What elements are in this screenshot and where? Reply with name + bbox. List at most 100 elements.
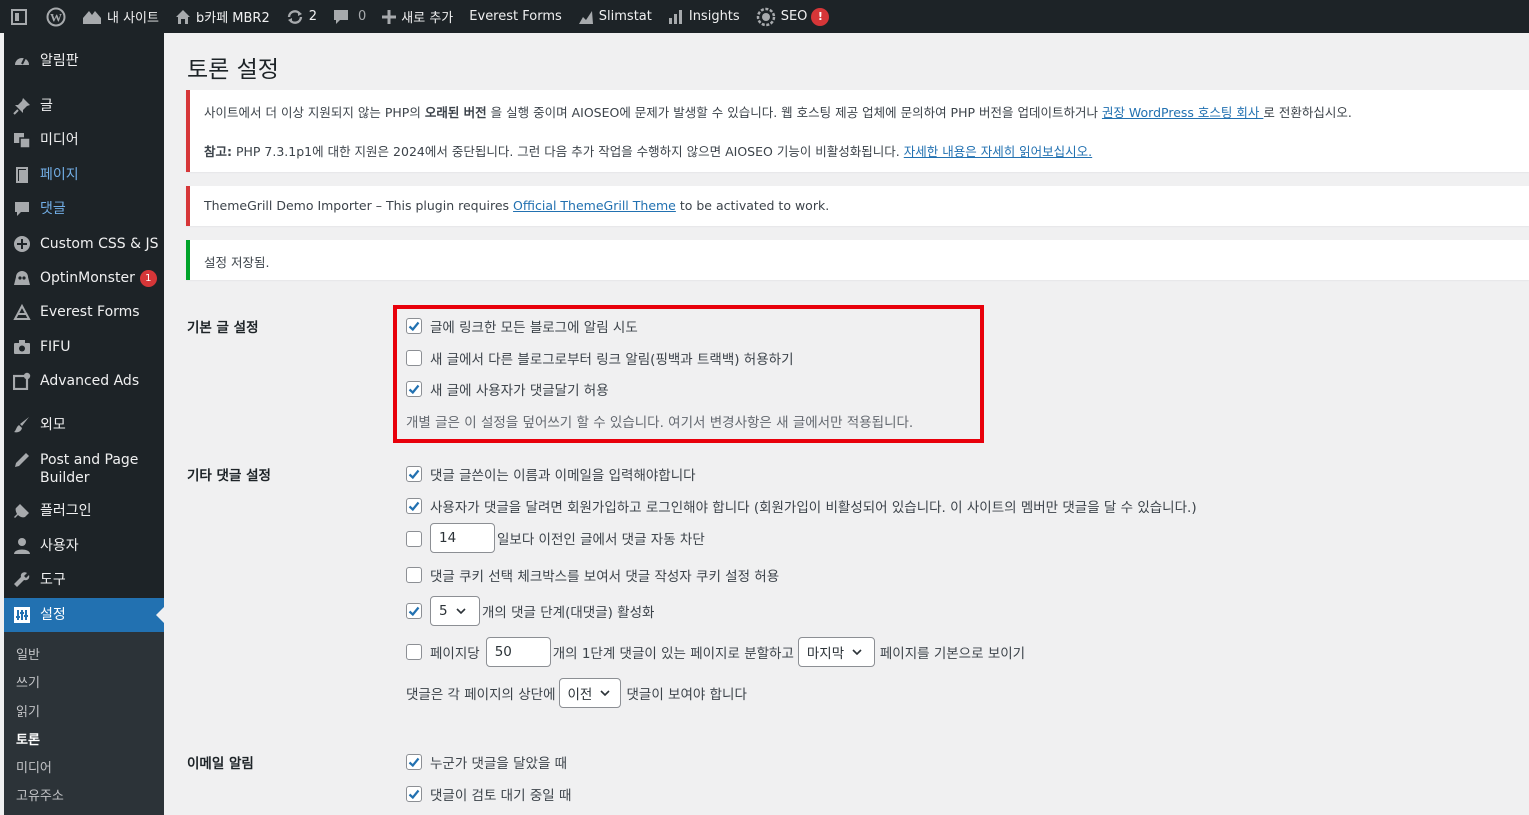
user-icon (4, 537, 40, 555)
menu-posts[interactable]: 글 (4, 97, 164, 115)
slimstat-menu[interactable]: Slimstat (570, 0, 660, 33)
option-require-registration: 사용자가 댓글을 달려면 회원가입하고 로그인해야 합니다 (회원가입이 비활성… (406, 496, 1197, 516)
wp-logo-menu[interactable]: W (38, 0, 74, 33)
themegrill-text-2: to be activated to work. (675, 198, 830, 213)
submenu-media[interactable]: 미디어 (16, 757, 52, 776)
aioseo-note-text: PHP 7.3.1p1에 대한 지원은 2024에서 중단됩니다. 그런 다음 … (232, 144, 904, 159)
menu-appearance[interactable]: 외모 (4, 416, 164, 434)
email-on-comment-checkbox[interactable] (406, 754, 422, 770)
pencil-icon (4, 451, 40, 468)
house-icon (175, 9, 191, 25)
seo-menu[interactable]: SEO ! (748, 0, 838, 33)
home-icon (82, 9, 102, 25)
menu-settings[interactable]: 설정 (4, 606, 164, 624)
menu-everest-forms[interactable]: Everest Forms (4, 303, 164, 321)
menu-tools[interactable]: 도구 (4, 571, 164, 589)
media-icon (4, 131, 40, 149)
updates-menu[interactable]: 2 (278, 0, 325, 33)
menu-fifu[interactable]: FIFU (4, 338, 164, 356)
annotation-highlight-box (393, 305, 984, 443)
menu-pages[interactable]: 페이지 (4, 166, 164, 184)
optinmonster-badge: 1 (139, 269, 157, 287)
threaded-comments-checkbox[interactable] (406, 603, 422, 619)
menu-custom-css-js-label: Custom CSS & JS (40, 236, 159, 252)
option-close-comments: 14 일보다 이전인 글에서 댓글 자동 차단 (406, 523, 705, 553)
menu-comments[interactable]: 댓글 (4, 200, 164, 218)
menu-optinmonster-label: OptinMonster (40, 270, 135, 286)
menu-optinmonster[interactable]: OptinMonster 1 (4, 269, 164, 287)
camera-icon (4, 339, 40, 355)
require-name-email-checkbox[interactable] (406, 466, 422, 482)
brush-icon (4, 416, 40, 434)
menu-media[interactable]: 미디어 (4, 131, 164, 149)
admin-bar: W 내 사이트 b카페 MBR2 2 0 새로 추가 Everest Forms (0, 0, 1529, 33)
default-comments-page-value: 마지막 (806, 646, 845, 662)
page-title: 토론 설정 (187, 57, 279, 83)
checkmark-icon (408, 606, 420, 617)
pin-icon (4, 97, 40, 115)
close-comments-days-input[interactable]: 14 (430, 523, 495, 553)
aioseo-text-3: 로 전환하십시오. (1263, 105, 1352, 120)
aioseo-note-label: 참고: (204, 144, 232, 159)
email-on-moderation-checkbox[interactable] (406, 786, 422, 802)
submenu-discussion[interactable]: 토론 (16, 729, 40, 748)
email-notifications-label: 이메일 알림 (187, 756, 254, 772)
new-content-menu[interactable]: 새로 추가 (374, 0, 461, 33)
read-more-link[interactable]: 자세한 내용은 자세히 읽어보십시오. (904, 144, 1092, 159)
thread-depth-value: 5 (439, 603, 448, 619)
menu-pages-label: 페이지 (40, 167, 79, 183)
option-cookies-opt-in: 댓글 쿠키 선택 체크박스를 보여서 댓글 작성자 쿠키 설정 허용 (406, 565, 779, 585)
option-threaded-comments: 5 개의 댓글 단계(대댓글) 활성화 (406, 596, 654, 626)
comment-order-value: 이전 (567, 687, 593, 703)
admin-menu-toggle[interactable] (0, 0, 38, 33)
submenu-permalinks[interactable]: 고유주소 (16, 785, 64, 804)
svg-text:W: W (50, 10, 62, 24)
thread-depth-select[interactable]: 5 (430, 596, 480, 626)
updates-icon (286, 9, 304, 25)
paginate-prefix-label: 페이지당 (430, 646, 480, 662)
aioseo-text-1: 사이트에서 더 이상 지원되지 않는 PHP의 (204, 105, 425, 120)
site-name-menu[interactable]: b카페 MBR2 (167, 0, 278, 33)
option-email-on-moderation: 댓글이 검토 대기 중일 때 (406, 784, 571, 804)
menu-post-page-builder[interactable]: Post and Page Builder (4, 451, 164, 487)
themegrill-notice: ThemeGrill Demo Importer – This plugin r… (186, 186, 1529, 226)
comments-per-page-input[interactable]: 50 (485, 637, 551, 667)
my-sites-menu[interactable]: 내 사이트 (74, 0, 167, 33)
default-comments-page-select[interactable]: 마지막 (797, 637, 875, 667)
recommended-hosting-link[interactable]: 권장 WordPress 호스팅 회사 (1102, 105, 1263, 120)
dashboard-icon (4, 52, 40, 70)
official-themegrill-theme-link[interactable]: Official ThemeGrill Theme (513, 198, 676, 213)
insights-menu[interactable]: Insights (660, 0, 748, 33)
menu-dashboard-label: 알림판 (40, 53, 79, 69)
threaded-comments-label: 개의 댓글 단계(대댓글) 활성화 (482, 605, 655, 621)
plus-icon (382, 9, 397, 24)
menu-custom-css-js[interactable]: Custom CSS & JS (4, 235, 164, 253)
menu-plugins[interactable]: 플러그인 (4, 502, 164, 520)
aioseo-text-bold: 오래된 버전 (424, 105, 487, 120)
menu-advanced-ads[interactable]: Advanced Ads (4, 372, 164, 390)
option-paginate-comments: 페이지당 50 개의 1단계 댓글이 있는 페이지로 분할하고 마지막 페이지를… (406, 637, 1025, 667)
submenu-writing[interactable]: 쓰기 (16, 672, 40, 691)
page-icon (4, 166, 40, 184)
settings-icon (4, 606, 40, 624)
submenu-reading[interactable]: 읽기 (16, 701, 40, 720)
menu-users-label: 사용자 (40, 538, 79, 554)
comments-menu[interactable]: 0 (325, 0, 374, 33)
new-content-label: 새로 추가 (401, 11, 454, 26)
comment-order-select[interactable]: 이전 (558, 678, 621, 708)
close-comments-checkbox[interactable] (406, 531, 422, 547)
cookies-opt-in-checkbox[interactable] (406, 567, 422, 583)
insights-label: Insights (688, 9, 740, 24)
settings-saved-text: 설정 저장됨. (204, 255, 270, 270)
menu-dashboard[interactable]: 알림판 (4, 52, 164, 70)
require-registration-checkbox[interactable] (406, 498, 422, 514)
paginate-comments-checkbox[interactable] (406, 644, 422, 660)
submenu-general[interactable]: 일반 (16, 644, 40, 663)
aioseo-php-notice: 사이트에서 더 이상 지원되지 않는 PHP의 오래된 버전 을 실행 중이며 … (186, 90, 1529, 172)
seo-alert-badge: ! (811, 7, 830, 26)
everest-forms-label: Everest Forms (469, 9, 562, 24)
email-on-comment-label: 누군가 댓글을 달았을 때 (430, 756, 568, 772)
everest-forms-menu[interactable]: Everest Forms (461, 0, 570, 33)
menu-users[interactable]: 사용자 (4, 537, 164, 555)
comment-order-prefix-label: 댓글은 각 페이지의 상단에 (406, 687, 556, 703)
